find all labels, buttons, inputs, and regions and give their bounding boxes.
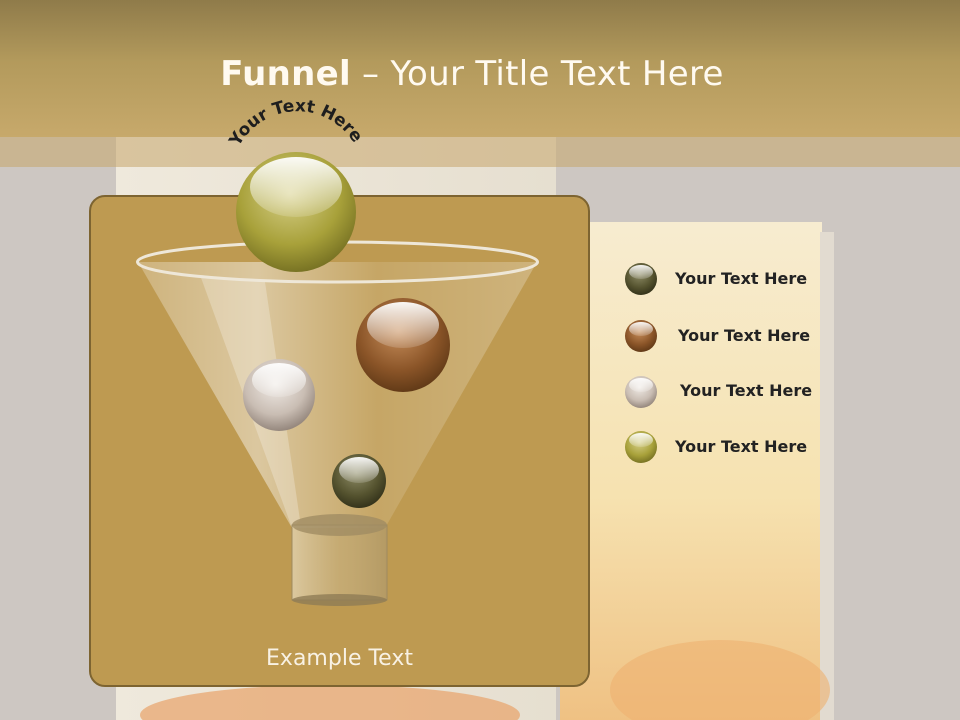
svg-text:Your Text Here: Your Text Here [225,96,366,150]
legend-olive-green-sphere-icon [625,431,657,463]
funnel-diagram: Your Text Here [136,96,657,606]
example-text: Example Text [266,646,413,671]
legend-label-4: Your Text Here [675,437,808,456]
legend-light-gray-sphere-icon [625,376,657,408]
funnel-tube [291,514,388,606]
top-olive-sphere-icon [236,152,356,272]
arc-text: Your Text Here [225,96,366,150]
funnel-gray-sphere-icon [243,359,315,431]
legend-label-1: Your Text Here [675,269,808,288]
funnel-dark-sphere-icon [332,454,386,508]
funnel-brown-sphere-icon [356,298,450,392]
legend-brown-sphere-icon [625,320,657,352]
legend-label-3: Your Text Here [680,381,813,400]
legend-label-2: Your Text Here [678,326,811,345]
legend-dark-olive-sphere-icon [625,263,657,295]
